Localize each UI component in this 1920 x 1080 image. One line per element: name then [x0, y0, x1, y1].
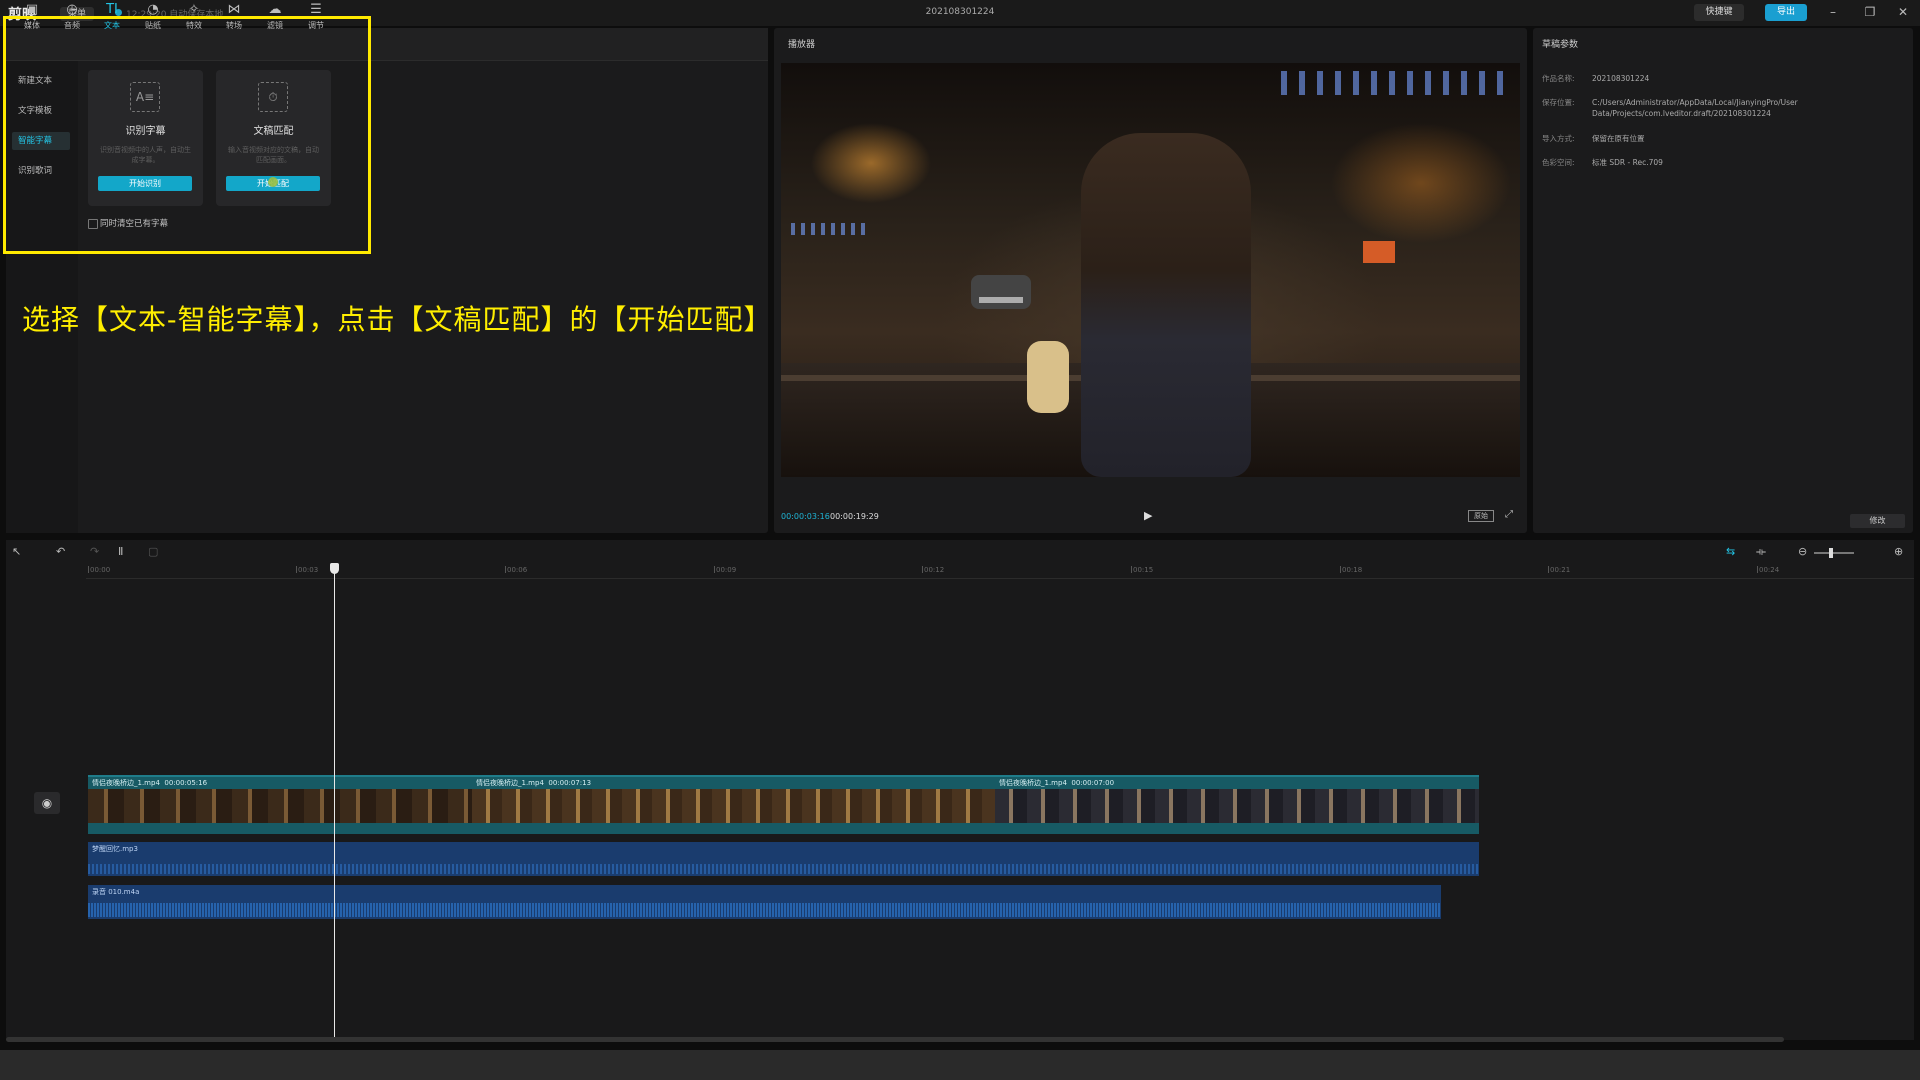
restore-icon[interactable]: ❐ [1860, 4, 1880, 21]
video-preview[interactable] [781, 63, 1520, 477]
time-tick: 00:15 [1130, 566, 1154, 574]
minimize-icon[interactable]: – [1823, 4, 1843, 21]
param-value: 标准 SDR - Rec.709 [1592, 158, 1663, 167]
clip-label: 情侣夜晚桥边_1.mp4 00:00:07:13 [476, 779, 592, 787]
param-label: 保存位置: [1542, 98, 1575, 107]
city-lights [1281, 71, 1511, 95]
timeline-scrollbar[interactable] [6, 1037, 1784, 1042]
video-clip[interactable]: 情侣夜晚桥边_1.mp4 00:00:07:00 [995, 775, 1479, 834]
bottom-bar [0, 1050, 1920, 1080]
time-tick: 00:09 [713, 566, 737, 574]
clip-label: 情侣夜晚桥边_1.mp4 00:00:05:16 [92, 779, 208, 787]
woman-figure [1081, 133, 1251, 477]
redo-icon[interactable]: ↷ [90, 545, 99, 558]
total-time: 00:00:19:29 [830, 512, 879, 521]
time-tick: 00:03 [295, 566, 319, 574]
zoom-in-icon[interactable]: ⊕ [1894, 545, 1903, 558]
video-clip[interactable]: 情侣夜晚桥边_1.mp4 00:00:07:13 [472, 775, 995, 834]
split-icon[interactable]: Ⅱ [118, 545, 123, 558]
link-icon[interactable]: ⟛ [1756, 545, 1766, 559]
handbag [1027, 341, 1069, 413]
audio-label: 梦醒回忆.mp3 [92, 845, 138, 853]
play-icon[interactable]: ▶ [1144, 509, 1152, 522]
param-value: 202108301224 [1592, 74, 1650, 83]
clip-thumbnails [995, 789, 1479, 823]
mouse-cursor-indicator [268, 177, 278, 187]
param-value: 保留在原有位置 [1592, 134, 1645, 143]
city-lights [791, 223, 871, 235]
player-title: 播放器 [788, 40, 816, 50]
zoom-slider[interactable] [1814, 552, 1854, 554]
neon-sign [1363, 241, 1395, 263]
time-tick: 00:06 [504, 566, 528, 574]
ratio-button[interactable]: 原始 [1468, 510, 1494, 522]
car [971, 275, 1031, 309]
clip-thumbnails [88, 789, 472, 823]
highlight-box [3, 16, 371, 254]
music-track-clip[interactable]: 梦醒回忆.mp3 [88, 842, 1479, 876]
delete-icon[interactable]: ▢ [148, 545, 158, 558]
tutorial-caption: 选择【文本-智能字幕】，点击【文稿匹配】的【开始匹配】 [22, 303, 773, 336]
time-tick: 00:18 [1339, 566, 1363, 574]
fullscreen-icon[interactable]: ⤢ [1505, 509, 1513, 520]
param-value: C:/Users/Administrator/AppData/Local/Jia… [1592, 98, 1798, 118]
param-label: 导入方式: [1542, 134, 1575, 143]
params-title: 草稿参数 [1542, 40, 1579, 50]
zoom-slider-handle[interactable] [1829, 548, 1833, 558]
clip-thumbnails [472, 789, 995, 823]
playhead-handle[interactable] [330, 563, 339, 574]
undo-icon[interactable]: ↶ [56, 545, 65, 558]
snap-icon[interactable]: ⇆ [1726, 545, 1735, 558]
zoom-out-icon[interactable]: ⊖ [1798, 545, 1807, 558]
project-title: 202108301224 [925, 7, 995, 17]
time-tick: 00:21 [1547, 566, 1571, 574]
video-clip[interactable]: 情侣夜晚桥边_1.mp4 00:00:05:16 [88, 775, 472, 834]
current-time: 00:00:03:16 [781, 512, 830, 521]
close-icon[interactable]: ✕ [1893, 4, 1913, 21]
time-tick: 00:24 [1756, 566, 1780, 574]
audio-label: 录音 010.m4a [92, 888, 140, 896]
voice-track-clip[interactable]: 录音 010.m4a [88, 885, 1441, 919]
param-label: 作品名称: [1542, 74, 1575, 83]
audio-waveform [88, 864, 1479, 874]
param-label: 色彩空间: [1542, 158, 1575, 167]
time-tick: 00:00 [87, 566, 111, 574]
audio-waveform [88, 903, 1441, 917]
track-visibility-icon[interactable]: ◉ [34, 792, 60, 814]
time-tick: 00:12 [921, 566, 945, 574]
modify-button[interactable]: 修改 [1850, 514, 1905, 528]
time-ruler [86, 578, 1914, 579]
select-tool-icon[interactable]: ↖ [12, 545, 21, 558]
clip-label: 情侣夜晚桥边_1.mp4 00:00:07:00 [999, 779, 1115, 787]
playhead[interactable] [334, 567, 335, 1039]
